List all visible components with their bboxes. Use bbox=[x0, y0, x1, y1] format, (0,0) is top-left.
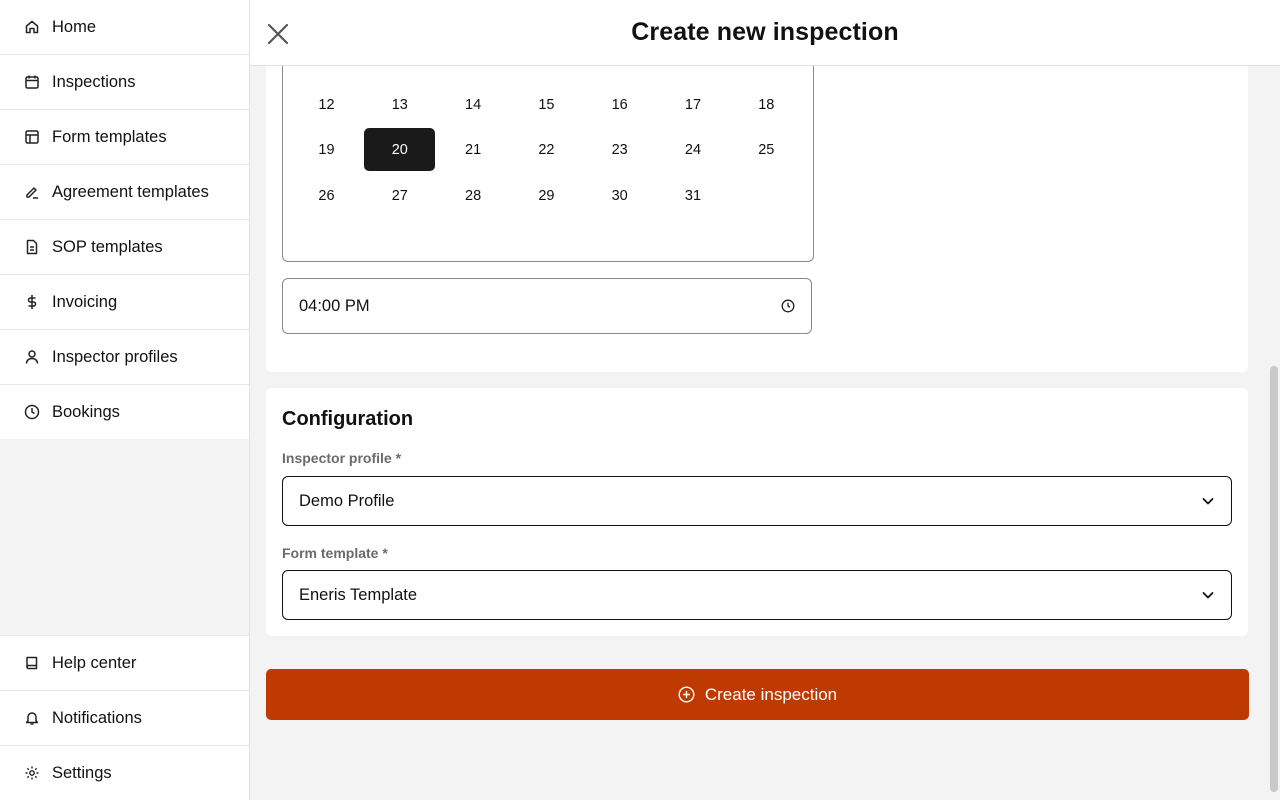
signature-icon bbox=[24, 184, 40, 200]
calendar-day[interactable]: 24 bbox=[657, 128, 728, 171]
calendar-day[interactable]: 31 bbox=[657, 174, 728, 217]
calendar-icon bbox=[24, 74, 40, 90]
date-picker-calendar: 5 6 7 8 9 10 11 12 13 14 15 16 17 18 19 … bbox=[282, 66, 814, 262]
calendar-day[interactable]: 15 bbox=[511, 83, 582, 126]
sidebar: Home Inspections Form templates Agreemen… bbox=[0, 0, 250, 800]
sidebar-item-label: Inspector profiles bbox=[52, 347, 178, 366]
select-value: Demo Profile bbox=[299, 491, 395, 510]
calendar-day[interactable]: 14 bbox=[438, 83, 509, 126]
calendar-week: 26 27 28 29 30 31 bbox=[291, 174, 804, 218]
inspector-profile-label: Inspector profile * bbox=[282, 450, 402, 466]
book-icon bbox=[24, 655, 40, 671]
sidebar-item-label: Home bbox=[52, 17, 97, 36]
main-content: 5 6 7 8 9 10 11 12 13 14 15 16 17 18 19 … bbox=[250, 66, 1268, 800]
calendar-day[interactable]: 13 bbox=[364, 83, 435, 126]
sidebar-top-nav: Home Inspections Form templates Agreemen… bbox=[0, 0, 249, 439]
sidebar-item-label: Settings bbox=[52, 763, 112, 782]
sidebar-item-invoicing[interactable]: Invoicing bbox=[0, 275, 249, 330]
document-icon bbox=[24, 239, 40, 255]
form-template-label: Form template * bbox=[282, 545, 388, 561]
sidebar-item-label: SOP templates bbox=[52, 237, 163, 256]
sidebar-item-help-center[interactable]: Help center bbox=[0, 635, 249, 691]
calendar-day[interactable]: 6 bbox=[364, 66, 435, 80]
calendar-day[interactable]: 29 bbox=[511, 174, 582, 217]
calendar-day[interactable]: 5 bbox=[291, 66, 362, 80]
sidebar-item-label: Invoicing bbox=[52, 292, 118, 311]
calendar-day[interactable]: 17 bbox=[657, 83, 728, 126]
date-time-card: 5 6 7 8 9 10 11 12 13 14 15 16 17 18 19 … bbox=[266, 66, 1248, 372]
calendar-day[interactable]: 12 bbox=[291, 83, 362, 126]
bell-icon bbox=[24, 710, 40, 726]
sidebar-item-notifications[interactable]: Notifications bbox=[0, 691, 249, 746]
sidebar-item-label: Bookings bbox=[52, 402, 120, 421]
calendar-day[interactable]: 26 bbox=[291, 174, 362, 217]
layout-icon bbox=[24, 129, 40, 145]
time-value: 04:00 PM bbox=[299, 296, 370, 315]
sidebar-item-bookings[interactable]: Bookings bbox=[0, 385, 249, 439]
inspector-profile-select[interactable]: Demo Profile bbox=[282, 476, 1232, 526]
sidebar-item-label: Notifications bbox=[52, 708, 142, 727]
calendar-day[interactable]: 23 bbox=[584, 128, 655, 171]
calendar-week: 12 13 14 15 16 17 18 bbox=[291, 83, 804, 127]
calendar-day[interactable]: 21 bbox=[438, 128, 509, 171]
form-template-select[interactable]: Eneris Template bbox=[282, 570, 1232, 620]
calendar-day[interactable]: 19 bbox=[291, 128, 362, 171]
calendar-day[interactable]: 28 bbox=[438, 174, 509, 217]
calendar-day[interactable]: 9 bbox=[584, 66, 655, 80]
sidebar-bottom-nav: Help center Notifications Settings bbox=[0, 635, 249, 800]
calendar-day[interactable]: 16 bbox=[584, 83, 655, 126]
scrollbar-thumb[interactable] bbox=[1270, 366, 1278, 792]
sidebar-item-inspector-profiles[interactable]: Inspector profiles bbox=[0, 330, 249, 385]
sidebar-item-label: Agreement templates bbox=[52, 182, 209, 201]
configuration-card: Configuration Inspector profile * Demo P… bbox=[266, 388, 1248, 636]
select-value: Eneris Template bbox=[299, 585, 418, 604]
calendar-day[interactable]: 7 bbox=[438, 66, 509, 80]
calendar-day[interactable]: 8 bbox=[511, 66, 582, 80]
calendar-day[interactable]: 18 bbox=[731, 83, 802, 126]
sidebar-item-label: Inspections bbox=[52, 72, 136, 91]
time-input[interactable]: 04:00 PM bbox=[282, 278, 812, 334]
chevron-down-icon bbox=[1201, 588, 1215, 602]
sidebar-item-agreement-templates[interactable]: Agreement templates bbox=[0, 165, 249, 220]
plus-circle-icon bbox=[678, 686, 695, 703]
clock-icon[interactable] bbox=[781, 299, 795, 313]
scrollbar[interactable] bbox=[1268, 66, 1280, 800]
sidebar-item-settings[interactable]: Settings bbox=[0, 746, 249, 800]
home-icon bbox=[24, 19, 40, 35]
section-title: Configuration bbox=[282, 408, 414, 430]
sidebar-item-sop-templates[interactable]: SOP templates bbox=[0, 220, 249, 275]
calendar-week: 5 6 7 8 9 10 11 bbox=[291, 66, 804, 81]
modal-header: Create new inspection bbox=[250, 0, 1280, 66]
calendar-day[interactable]: 11 bbox=[731, 66, 802, 80]
calendar-week: 19 20 21 22 23 24 25 bbox=[291, 128, 804, 172]
sidebar-item-form-templates[interactable]: Form templates bbox=[0, 110, 249, 165]
clock-icon bbox=[24, 404, 40, 420]
calendar-day[interactable]: 30 bbox=[584, 174, 655, 217]
calendar-day-selected[interactable]: 20 bbox=[364, 128, 436, 171]
sidebar-item-label: Form templates bbox=[52, 127, 167, 146]
sidebar-item-label: Help center bbox=[52, 653, 137, 672]
calendar-day[interactable]: 25 bbox=[731, 128, 802, 171]
calendar-day bbox=[731, 174, 802, 217]
calendar-day[interactable]: 10 bbox=[657, 66, 728, 80]
create-inspection-button[interactable]: Create inspection bbox=[266, 669, 1249, 720]
chevron-down-icon bbox=[1201, 494, 1215, 508]
gear-icon bbox=[24, 765, 40, 781]
page-title: Create new inspection bbox=[631, 18, 899, 46]
calendar-day[interactable]: 27 bbox=[364, 174, 435, 217]
user-icon bbox=[24, 349, 40, 365]
sidebar-item-home[interactable]: Home bbox=[0, 0, 249, 55]
dollar-icon bbox=[24, 294, 40, 310]
sidebar-item-inspections[interactable]: Inspections bbox=[0, 55, 249, 110]
calendar-day[interactable]: 22 bbox=[511, 128, 582, 171]
create-inspection-label: Create inspection bbox=[704, 684, 838, 704]
